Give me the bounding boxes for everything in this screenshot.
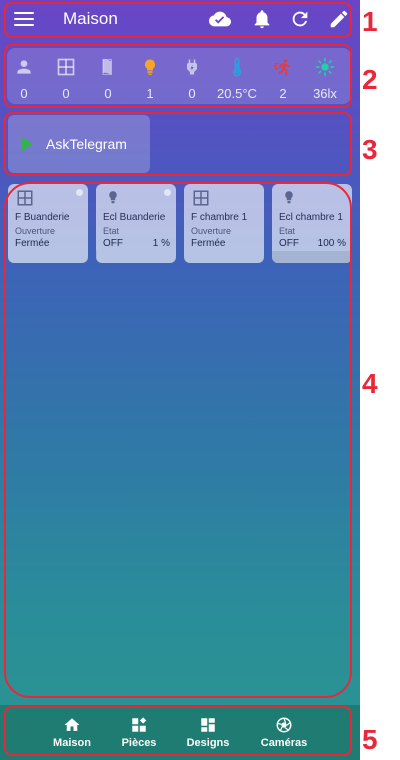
home-icon	[64, 718, 80, 731]
door-icon	[102, 59, 112, 75]
device-card-window[interactable]: F chambre 1 Ouverture Fermée	[184, 184, 264, 263]
card-value: OFF	[103, 238, 123, 249]
device-card-window[interactable]: F Buanderie Ouverture Fermée	[8, 184, 88, 263]
bell-icon[interactable]	[251, 8, 273, 30]
designs-icon	[201, 718, 215, 732]
motion-icon	[273, 59, 290, 76]
light-bulb-icon	[144, 59, 156, 75]
status-brightness[interactable]: 36lx	[305, 48, 345, 104]
thermometer-icon	[232, 57, 242, 77]
card-subtitle: Ouverture	[191, 226, 232, 236]
top-app-bar: Maison	[0, 0, 360, 38]
status-plugs[interactable]: 0	[172, 48, 212, 104]
status-summary-bar: 0 0 0 1 0 20.5°C 2 36lx	[7, 48, 351, 104]
card-name: Ecl chambre 1	[279, 212, 343, 223]
device-card-light[interactable]: Ecl chambre 1 Etat OFF 100 %	[272, 184, 352, 263]
person-icon	[17, 60, 31, 74]
nav-item-pieces[interactable]: Pièces	[103, 705, 175, 760]
annotation-number: 4	[362, 368, 378, 399]
nav-label: Caméras	[260, 737, 308, 749]
play-icon	[22, 137, 33, 151]
annotation-number: 1	[362, 6, 378, 37]
nav-label: Designs	[186, 737, 230, 749]
scene-button[interactable]: AskTelegram	[8, 115, 150, 173]
card-name: F chambre 1	[191, 212, 248, 223]
annotation-number: 5	[362, 724, 378, 755]
camera-icon	[276, 717, 292, 733]
card-name: Ecl Buanderie	[103, 212, 166, 223]
status-dot	[164, 189, 171, 196]
annotation-number: 2	[362, 64, 378, 95]
edit-icon[interactable]	[328, 8, 350, 30]
nav-item-cameras[interactable]: Caméras	[248, 705, 320, 760]
nav-item-maison[interactable]: Maison	[36, 705, 108, 760]
level-bar	[96, 251, 97, 263]
status-value: 36lx	[313, 86, 337, 101]
card-value: OFF	[279, 238, 299, 249]
window-icon	[57, 58, 75, 76]
card-level: 100 %	[317, 238, 346, 249]
nav-label: Pièces	[121, 737, 157, 749]
card-value: Fermée	[191, 238, 226, 249]
nav-item-designs[interactable]: Designs	[172, 705, 244, 760]
window-icon	[193, 190, 209, 206]
menu-icon[interactable]	[14, 12, 34, 26]
card-level: 1 %	[152, 238, 170, 249]
card-subtitle: Etat	[103, 226, 120, 236]
light-bulb-icon	[109, 191, 117, 204]
plug-icon	[187, 59, 197, 75]
card-subtitle: Etat	[279, 226, 296, 236]
brightness-icon	[315, 57, 335, 77]
card-name: F Buanderie	[15, 212, 70, 223]
scene-label: AskTelegram	[46, 136, 127, 152]
window-icon	[17, 190, 33, 206]
card-subtitle: Ouverture	[15, 226, 56, 236]
refresh-icon[interactable]	[289, 8, 311, 30]
status-temperature[interactable]: 20.5°C	[217, 48, 257, 104]
app-screen: Maison 0 0 0 1 0 20.5°C 2 36lx AskTelegr…	[0, 0, 360, 760]
card-value: Fermée	[15, 238, 50, 249]
nav-label: Maison	[53, 737, 91, 749]
rooms-icon	[132, 717, 147, 732]
light-bulb-icon	[285, 191, 293, 204]
bottom-navigation: Maison Pièces Designs Caméras	[0, 705, 360, 760]
annotation-number: 3	[362, 134, 378, 165]
cloud-check-icon[interactable]	[209, 8, 231, 30]
level-bar	[272, 251, 352, 263]
page-title: Maison	[63, 9, 118, 28]
device-card-light[interactable]: Ecl Buanderie Etat OFF 1 %	[96, 184, 176, 263]
status-dot	[76, 189, 83, 196]
